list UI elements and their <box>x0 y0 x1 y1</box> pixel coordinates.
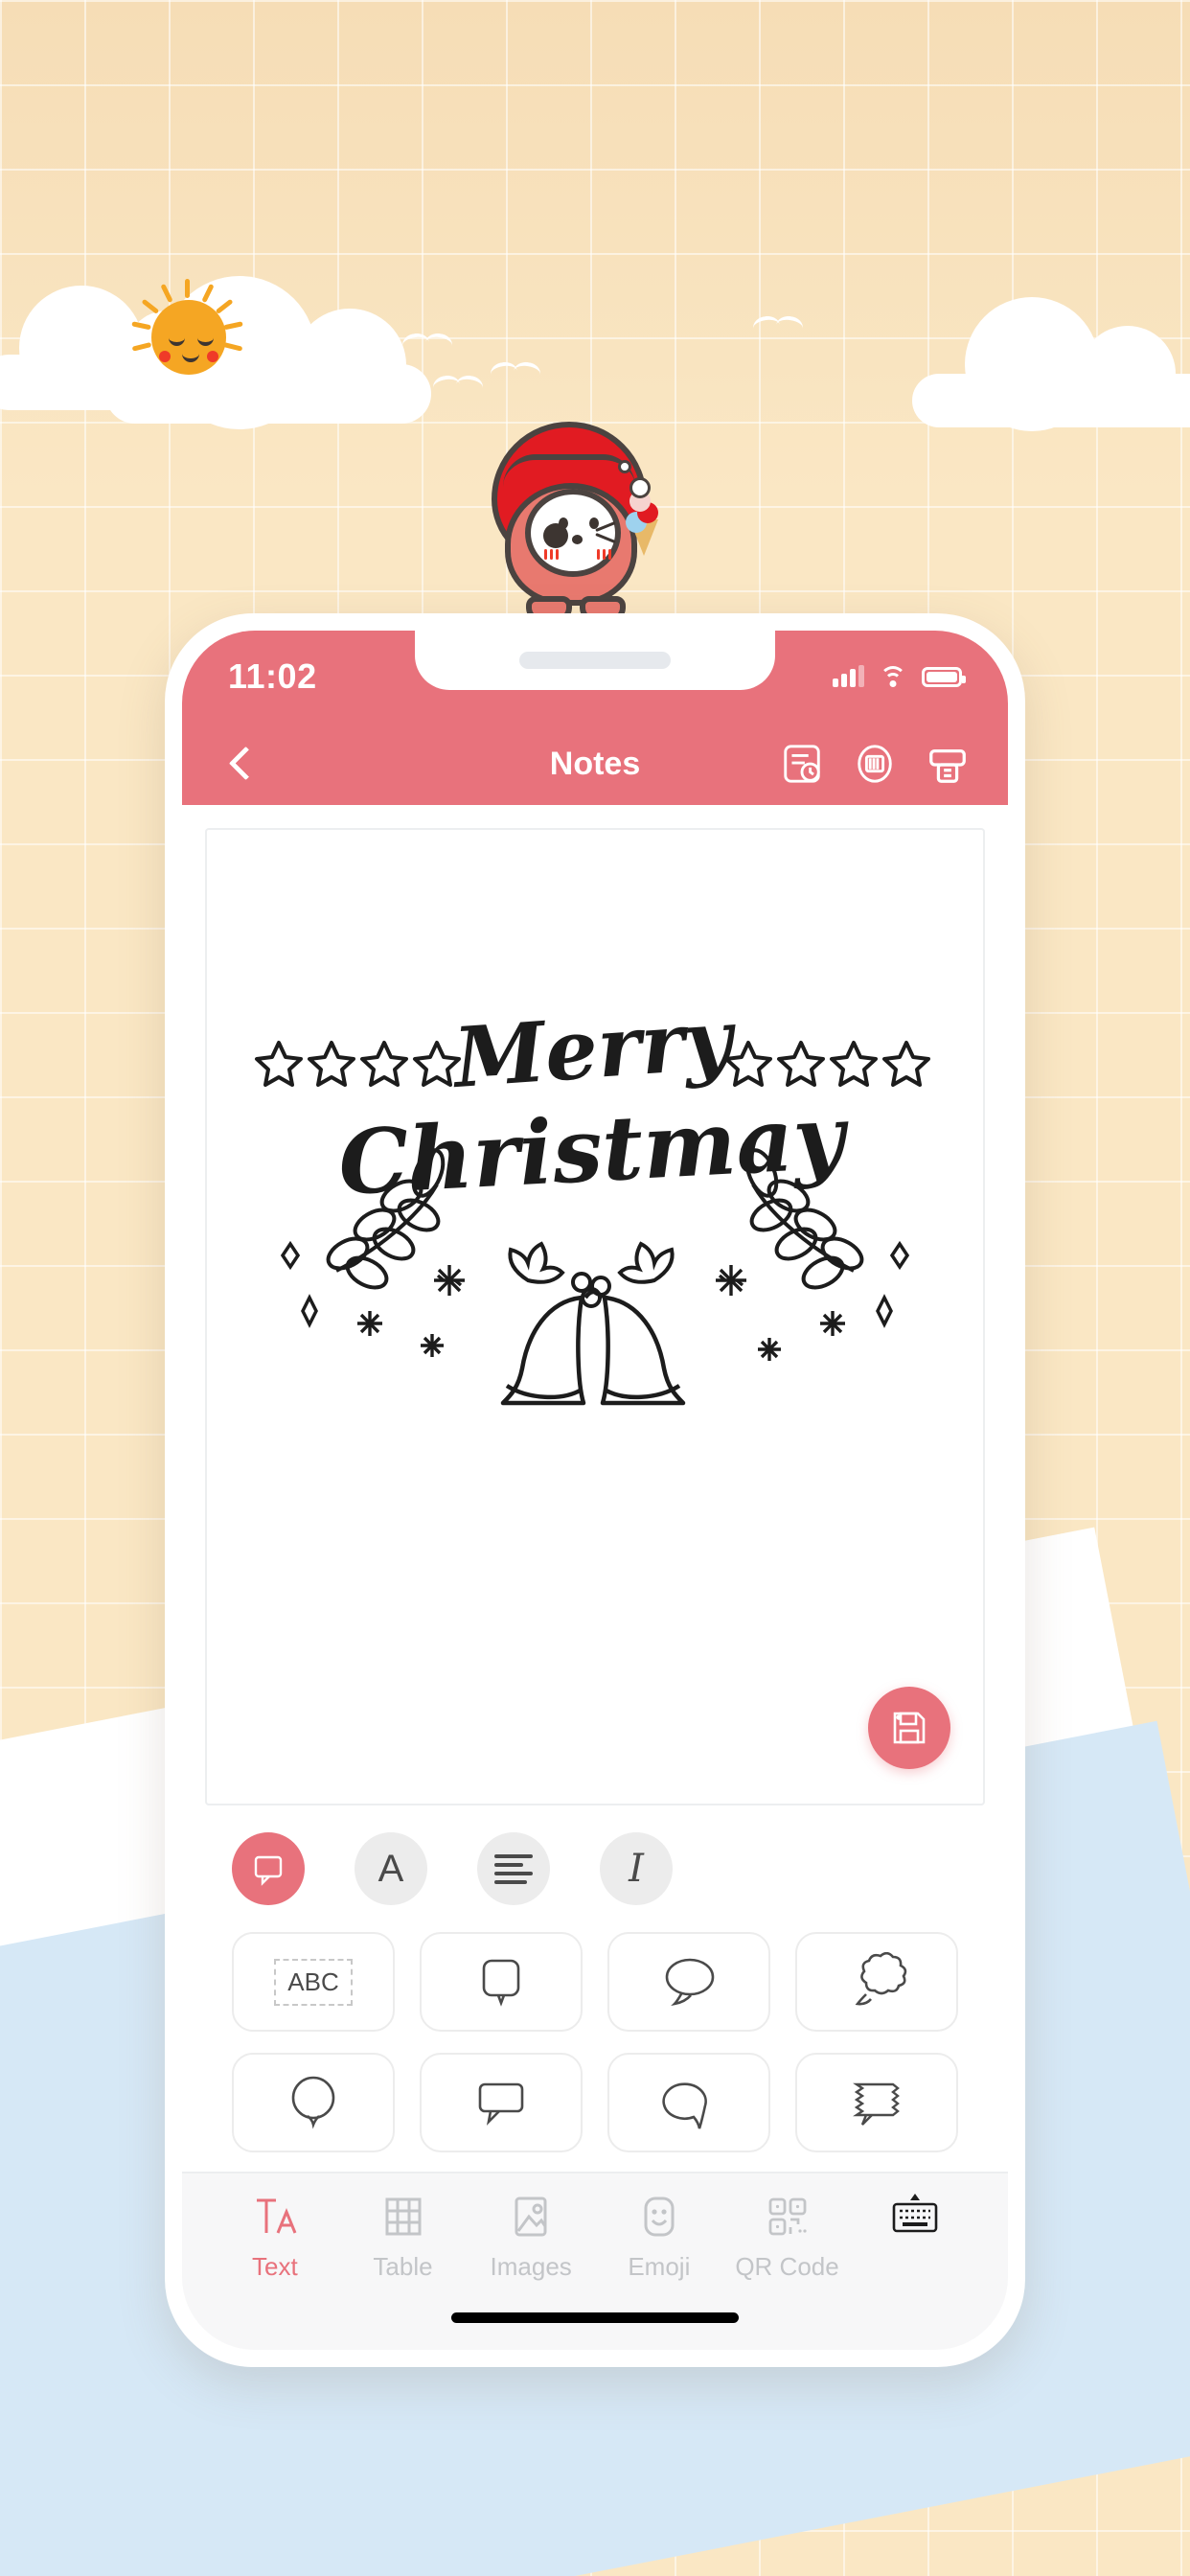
nav-emoji[interactable]: Emoji <box>595 2191 723 2282</box>
qr-code-icon <box>768 2197 807 2236</box>
table-grid-icon <box>385 2197 421 2236</box>
bird-icon <box>489 360 542 385</box>
status-time: 11:02 <box>228 656 317 696</box>
circle-bubble-icon <box>291 2076 335 2129</box>
nav-keyboard[interactable] <box>851 2191 979 2252</box>
bubble-option-cloud[interactable] <box>795 1932 958 2032</box>
bubble-option-oval[interactable] <box>607 1932 770 2032</box>
nav-label: QR Code <box>735 2252 839 2281</box>
phone-screen: 11:02 Notes Merry Christmay A I ABC Text… <box>182 631 1008 2350</box>
printer-icon[interactable] <box>926 742 970 786</box>
sun-icon <box>131 279 243 388</box>
nav-table[interactable]: Table <box>339 2191 468 2282</box>
cloud-bubble-icon <box>855 1952 907 2006</box>
italic-button[interactable]: I <box>600 1832 673 1905</box>
nav-label: Images <box>490 2252 572 2281</box>
wifi-icon <box>880 666 906 687</box>
scene-background: 11:02 Notes Merry Christmay A I ABC Text… <box>0 0 1190 2576</box>
rounded-square-bubble-icon <box>482 1959 520 2007</box>
bubble-option-circle[interactable] <box>232 2053 395 2152</box>
nav-qr[interactable]: QR Code <box>723 2191 852 2282</box>
zigzag-bubble-icon <box>853 2082 900 2126</box>
keyboard-icon <box>892 2194 938 2233</box>
bubble-option-oval-tail[interactable] <box>607 2053 770 2152</box>
label-template-icon[interactable] <box>853 742 897 786</box>
phone-device-frame: 11:02 Notes Merry Christmay A I ABC Text… <box>165 613 1025 2367</box>
bubble-option-rounded-square[interactable] <box>420 1932 583 2032</box>
status-bar: 11:02 <box>182 631 1008 723</box>
christmas-artwork: Merry Christmay <box>207 991 983 1419</box>
speech-bubble-style-button[interactable] <box>232 1832 305 1905</box>
text-ta-icon <box>256 2198 297 2234</box>
note-canvas-area: Merry Christmay <box>182 805 1008 1806</box>
home-indicator <box>451 2312 739 2323</box>
svg-text:Christmay: Christmay <box>336 1085 853 1215</box>
bubble-option-rectangle[interactable] <box>420 2053 583 2152</box>
svg-text:Merry: Merry <box>448 993 741 1107</box>
oval-tail-bubble-icon <box>662 2082 707 2129</box>
chevron-left-icon[interactable] <box>220 743 263 785</box>
alignment-button[interactable] <box>477 1832 550 1905</box>
italic-i-icon: I <box>629 1847 644 1891</box>
letter-a-icon: A <box>378 1848 404 1890</box>
bottom-navigation-bar: Text Table Images Emoji QR Code <box>182 2172 1008 2350</box>
merry-christmas-illustration: Merry Christmay <box>255 991 930 1406</box>
bird-icon <box>400 332 454 356</box>
bubble-option-zigzag[interactable] <box>795 2053 958 2152</box>
battery-full-icon <box>922 666 966 687</box>
nav-label: Text <box>251 2252 298 2281</box>
floppy-disk-save-icon <box>893 1712 926 1744</box>
app-navigation-bar: Notes <box>182 723 1008 805</box>
bird-icon <box>431 374 485 399</box>
emoji-smiley-icon <box>644 2196 675 2237</box>
cellular-signal-icon <box>833 665 864 687</box>
align-lines-icon <box>494 1850 533 1889</box>
nav-label: Table <box>373 2252 433 2281</box>
note-canvas[interactable]: Merry Christmay <box>205 828 985 1806</box>
bubble-style-grid: ABC <box>182 1915 1008 2166</box>
abc-dashed-box-icon: ABC <box>274 1958 353 2006</box>
style-toolbar: A I <box>182 1806 1008 1915</box>
bubble-option-abc[interactable]: ABC <box>232 1932 395 2032</box>
mascot-character <box>484 422 661 628</box>
speech-bubble-icon <box>254 1855 283 1886</box>
note-history-icon[interactable] <box>780 742 824 786</box>
nav-images[interactable]: Images <box>467 2191 595 2282</box>
oval-bubble-icon <box>665 1958 715 2007</box>
rectangle-bubble-icon <box>478 2082 524 2126</box>
image-picture-icon <box>515 2196 547 2237</box>
speaker-grille <box>519 652 671 669</box>
notch <box>415 631 775 690</box>
nav-label: Emoji <box>628 2252 691 2281</box>
save-button[interactable] <box>868 1687 950 1769</box>
cloud-right <box>912 297 1190 431</box>
nav-text[interactable]: Text <box>211 2191 339 2282</box>
bird-icon <box>751 314 805 339</box>
font-style-button[interactable]: A <box>355 1832 427 1905</box>
